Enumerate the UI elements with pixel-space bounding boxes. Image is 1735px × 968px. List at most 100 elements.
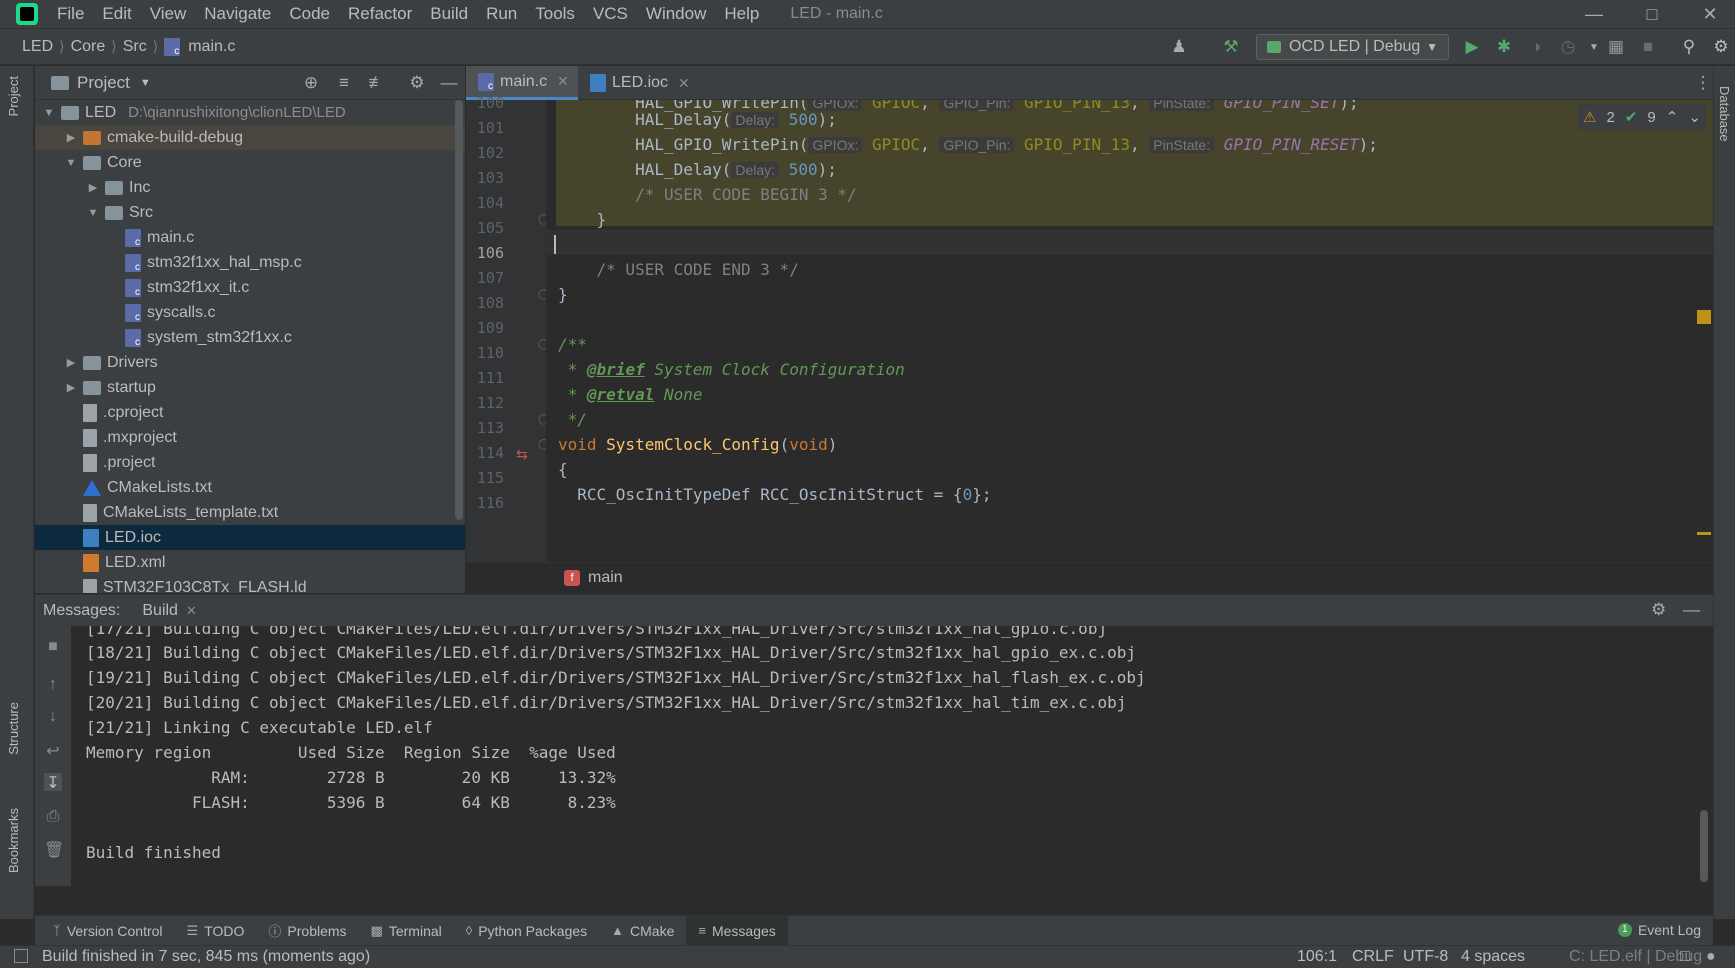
- menu-build[interactable]: Build: [421, 0, 477, 28]
- maximize-icon[interactable]: □: [1623, 0, 1681, 28]
- chevron-down-icon[interactable]: ▼: [41, 107, 57, 119]
- attach-process-icon[interactable]: ▦: [1605, 36, 1627, 58]
- menu-window[interactable]: Window: [637, 0, 715, 28]
- user-icon[interactable]: ♟: [1168, 36, 1190, 58]
- tree-node-main-c[interactable]: main.c: [35, 225, 465, 250]
- menu-file[interactable]: File: [48, 0, 93, 28]
- close-tab-icon[interactable]: ✕: [678, 75, 690, 92]
- database-tool-tab[interactable]: Database: [1717, 86, 1732, 142]
- arrow-up-icon[interactable]: ↑: [44, 676, 62, 694]
- breadcrumb-core[interactable]: Core: [65, 38, 112, 56]
- tree-node-core[interactable]: ▼ Core: [35, 150, 465, 175]
- more-vertical-icon[interactable]: ⋮: [1692, 72, 1714, 94]
- tree-node-src[interactable]: ▼ Src: [35, 200, 465, 225]
- run-icon[interactable]: ▶: [1461, 36, 1483, 58]
- gear-icon[interactable]: ⚙: [1651, 600, 1666, 620]
- project-panel-title[interactable]: Project: [77, 73, 130, 93]
- gear-icon[interactable]: ⚙: [406, 72, 428, 94]
- bookmarks-tool-tab[interactable]: Bookmarks: [6, 808, 21, 873]
- tree-node-project[interactable]: .project: [35, 450, 465, 475]
- tool-tab-version-control[interactable]: ᛉ Version Control: [41, 916, 175, 946]
- tool-tab-todo[interactable]: ☰ TODO: [175, 916, 257, 946]
- locate-target-icon[interactable]: ⊕: [300, 72, 322, 94]
- tree-node-drivers[interactable]: ▶ Drivers: [35, 350, 465, 375]
- menu-code[interactable]: Code: [280, 0, 339, 28]
- arrow-down-icon[interactable]: ↓: [44, 708, 62, 726]
- tree-node-cproject[interactable]: .cproject: [35, 400, 465, 425]
- line-separator[interactable]: CRLF: [1352, 945, 1394, 968]
- inspection-widget[interactable]: ⚠ 2 ✔ 9 ⌃ ⌄: [1578, 104, 1706, 130]
- build-hammer-icon[interactable]: ⚒: [1220, 36, 1242, 58]
- tree-node-cmakelists-template[interactable]: CMakeLists_template.txt: [35, 500, 465, 525]
- output-scrollbar[interactable]: [1700, 810, 1708, 882]
- print-icon[interactable]: ⎙: [44, 808, 62, 826]
- chevron-down-icon[interactable]: ▼: [63, 157, 79, 169]
- status-message[interactable]: Build finished in 7 sec, 845 ms (moments…: [42, 948, 370, 966]
- tool-tab-cmake[interactable]: ▲ CMake: [599, 916, 686, 946]
- menu-tools[interactable]: Tools: [526, 0, 584, 28]
- chevron-down-icon[interactable]: ▼: [1583, 36, 1605, 58]
- tree-node-system-stm32[interactable]: system_stm32f1xx.c: [35, 325, 465, 350]
- event-log-button[interactable]: 1 Event Log: [1617, 915, 1701, 945]
- project-tool-tab[interactable]: Project: [6, 76, 21, 116]
- tree-node-cmake-build-debug[interactable]: ▶ cmake-build-debug: [35, 125, 465, 150]
- structure-tool-tab[interactable]: Structure: [6, 702, 21, 755]
- scrollbar-warning-marker[interactable]: [1697, 310, 1711, 324]
- tool-tab-messages[interactable]: ≡ Messages: [686, 915, 788, 946]
- debug-bug-icon[interactable]: ✱: [1493, 36, 1515, 58]
- menu-view[interactable]: View: [141, 0, 196, 28]
- menu-help[interactable]: Help: [715, 0, 768, 28]
- gear-icon[interactable]: ⚙: [1710, 36, 1732, 58]
- chevron-right-icon[interactable]: ▶: [63, 356, 79, 369]
- minimize-icon[interactable]: —: [1565, 0, 1623, 28]
- chevron-right-icon[interactable]: ▶: [85, 181, 101, 194]
- collapse-all-icon[interactable]: ≢: [366, 72, 388, 94]
- coverage-icon[interactable]: ◑: [1525, 36, 1547, 58]
- menu-edit[interactable]: Edit: [93, 0, 140, 28]
- build-output[interactable]: [17/21] Building C object CMakeFiles/LED…: [71, 626, 1713, 886]
- breadcrumb-function[interactable]: main: [588, 569, 623, 587]
- tree-node-flash-ld[interactable]: STM32F103C8Tx_FLASH.ld: [35, 575, 465, 593]
- stop-icon[interactable]: ■: [44, 638, 62, 656]
- close-icon[interactable]: ✕: [1681, 0, 1735, 28]
- expand-all-icon[interactable]: ≡: [333, 72, 355, 94]
- chevron-down-icon[interactable]: ▼: [140, 77, 151, 89]
- tree-node-syscalls[interactable]: syscalls.c: [35, 300, 465, 325]
- project-scrollbar[interactable]: [455, 100, 463, 520]
- stop-icon[interactable]: ■: [1637, 36, 1659, 58]
- tree-node-cmakelists[interactable]: CMakeLists.txt: [35, 475, 465, 500]
- indent-setting[interactable]: 4 spaces: [1461, 945, 1525, 968]
- run-configuration-select[interactable]: OCD LED | Debug ▼: [1256, 34, 1449, 60]
- tree-node-hal-msp[interactable]: stm32f1xx_hal_msp.c: [35, 250, 465, 275]
- tree-node-led-xml[interactable]: LED.xml: [35, 550, 465, 575]
- close-tab-icon[interactable]: ✕: [557, 73, 569, 90]
- tree-node-led-ioc[interactable]: LED.ioc: [35, 525, 465, 550]
- hide-panel-icon[interactable]: —: [1683, 600, 1700, 620]
- tree-node-mxproject[interactable]: .mxproject: [35, 425, 465, 450]
- chevron-down-icon[interactable]: ▼: [85, 207, 101, 219]
- next-highlight-icon[interactable]: ⌄: [1688, 108, 1701, 126]
- tab-build[interactable]: Build: [142, 602, 178, 620]
- memory-indicator-icon[interactable]: ●: [1706, 945, 1716, 968]
- file-encoding[interactable]: UTF-8: [1403, 945, 1448, 968]
- code-editor[interactable]: HAL_GPIO_WritePin(GPIOx: GPIOC, GPIO_Pin…: [546, 100, 1713, 562]
- chevron-right-icon[interactable]: ▶: [63, 131, 79, 144]
- breadcrumb-src[interactable]: Src: [117, 38, 153, 56]
- previous-highlight-icon[interactable]: ⌃: [1666, 108, 1679, 126]
- implementation-arrow-icon[interactable]: ⇆: [516, 446, 528, 463]
- close-tab-icon[interactable]: ✕: [186, 603, 197, 619]
- menu-run[interactable]: Run: [477, 0, 526, 28]
- tool-tab-problems[interactable]: ⓘ Problems: [256, 916, 358, 946]
- menu-vcs[interactable]: VCS: [584, 0, 637, 28]
- hide-panel-icon[interactable]: —: [438, 72, 460, 94]
- soft-wrap-icon[interactable]: ↩: [44, 741, 62, 760]
- search-icon[interactable]: ⚲: [1678, 36, 1700, 58]
- tree-node-led[interactable]: ▼ LED D:\qianrushixitong\clionLED\LED: [35, 100, 465, 125]
- scrollbar-warning-marker[interactable]: [1697, 532, 1711, 535]
- tree-node-startup[interactable]: ▶ startup: [35, 375, 465, 400]
- tree-node-it-c[interactable]: stm32f1xx_it.c: [35, 275, 465, 300]
- menu-refactor[interactable]: Refactor: [339, 0, 421, 28]
- tool-tab-python-packages[interactable]: ◊ Python Packages: [454, 916, 599, 946]
- breadcrumb-led[interactable]: LED: [16, 38, 59, 56]
- menu-navigate[interactable]: Navigate: [195, 0, 280, 28]
